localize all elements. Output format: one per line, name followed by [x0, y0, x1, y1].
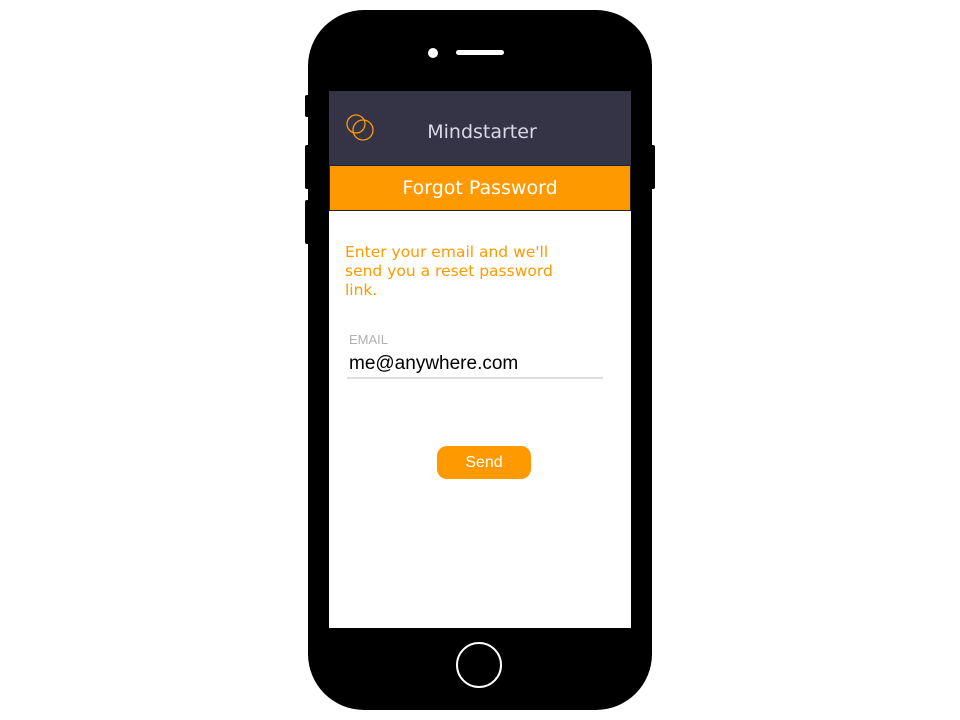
email-field[interactable] — [347, 351, 603, 379]
page-title: Forgot Password — [329, 165, 631, 211]
camera — [428, 48, 438, 58]
app-header: Mindstarter — [329, 91, 631, 165]
app-title: Mindstarter — [427, 121, 537, 143]
speaker — [456, 50, 504, 55]
home-button[interactable] — [456, 642, 502, 688]
mute-switch — [305, 95, 309, 117]
volume-up-button — [305, 145, 309, 189]
screen: Mindstarter Forgot Password Enter your e… — [329, 91, 631, 628]
instruction-text: Enter your email and we'll send you a re… — [345, 243, 553, 299]
email-label: EMAIL — [349, 332, 389, 347]
volume-down-button — [305, 200, 309, 244]
power-button — [651, 145, 655, 189]
send-button[interactable]: Send — [437, 446, 531, 479]
